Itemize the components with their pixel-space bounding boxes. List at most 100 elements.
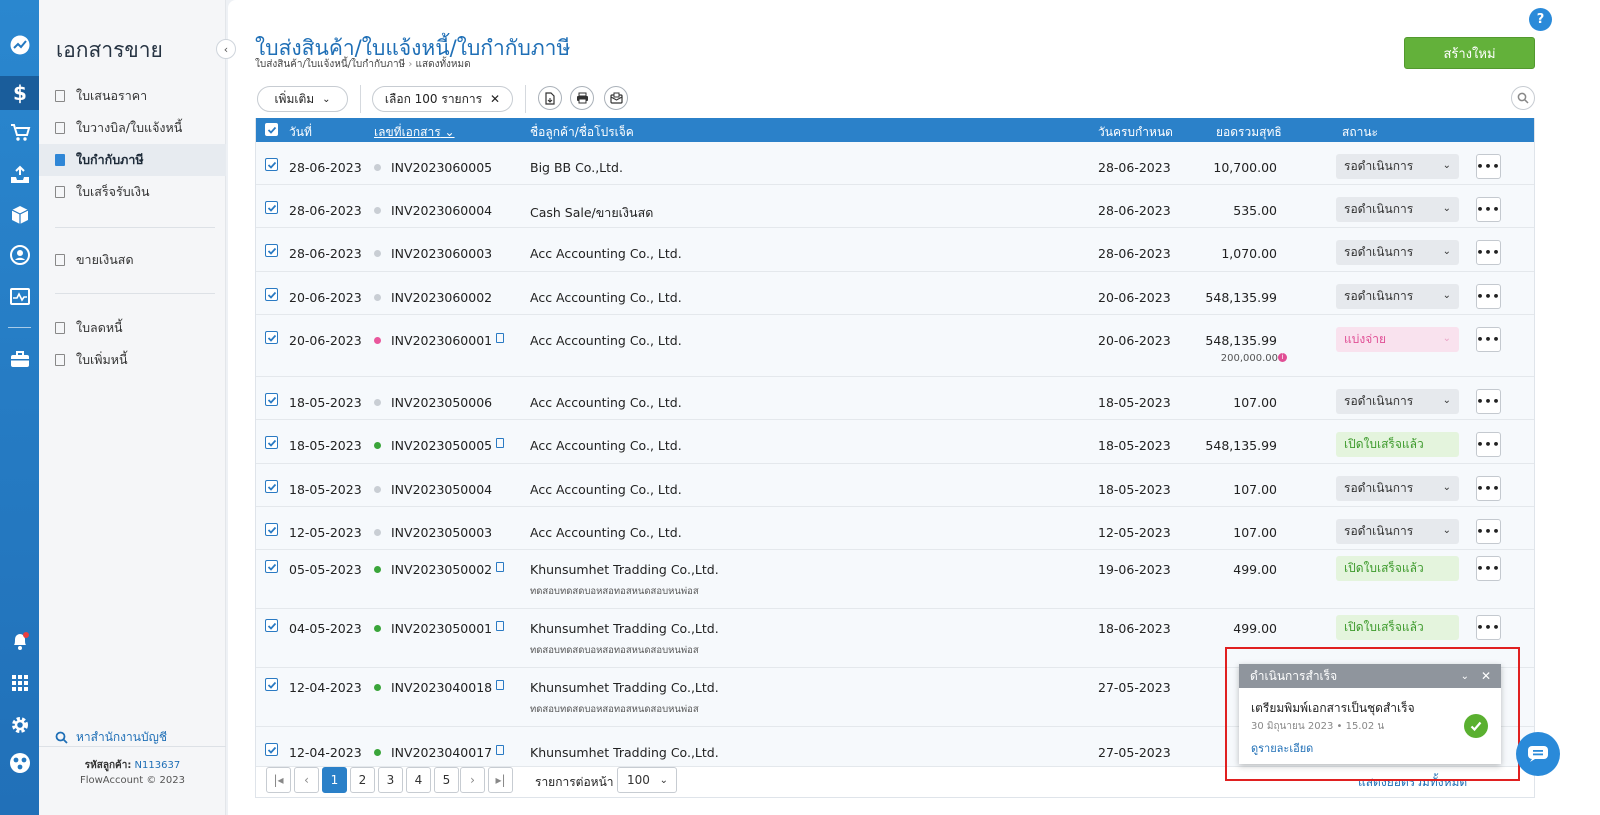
- row-checkbox[interactable]: [265, 436, 278, 449]
- org-icon[interactable]: [0, 746, 39, 780]
- page-2-button[interactable]: 2: [350, 767, 375, 793]
- sidebar-item-2[interactable]: ใบวางบิล/ใบแจ้งหนี้: [39, 112, 226, 144]
- row-checkbox[interactable]: [265, 244, 278, 257]
- status-select[interactable]: รอดำเนินการ ⌄: [1336, 389, 1459, 414]
- table-row[interactable]: 28-06-2023 INV2023060003 Acc Accounting Co…: [256, 228, 1534, 272]
- row-docno[interactable]: INV2023050005: [391, 438, 505, 453]
- row-docno[interactable]: INV2023050006: [391, 395, 492, 410]
- table-row[interactable]: 20-06-2023 INV2023060002 Acc Accounting Co…: [256, 272, 1534, 315]
- row-checkbox[interactable]: [265, 619, 278, 632]
- briefcase-icon[interactable]: [0, 342, 39, 376]
- trend-icon[interactable]: [0, 28, 39, 62]
- next-page-button[interactable]: ›: [460, 767, 485, 793]
- status-select[interactable]: รอดำเนินการ ⌄: [1336, 519, 1459, 544]
- row-docno[interactable]: INV2023060003: [391, 246, 492, 261]
- chat-icon[interactable]: [1516, 732, 1560, 776]
- row-docno[interactable]: INV2023050003: [391, 525, 492, 540]
- minimize-icon[interactable]: ⌄: [1461, 671, 1469, 682]
- row-menu-button[interactable]: •••: [1476, 432, 1501, 457]
- status-select[interactable]: รอดำเนินการ ⌄: [1336, 197, 1459, 222]
- col-date[interactable]: วันที่: [289, 123, 312, 142]
- close-icon[interactable]: ✕: [1481, 669, 1491, 683]
- status-select[interactable]: รอดำเนินการ ⌄: [1336, 154, 1459, 179]
- col-docno[interactable]: เลขที่เอกสาร ⌄: [374, 123, 455, 142]
- page-3-button[interactable]: 3: [378, 767, 403, 793]
- table-row[interactable]: 28-06-2023 INV2023060005 Big BB Co.,Ltd. 28…: [256, 142, 1534, 185]
- pulse-icon[interactable]: [0, 280, 39, 314]
- prev-page-button[interactable]: ‹: [294, 767, 319, 793]
- table-row[interactable]: 28-06-2023 INV2023060004 Cash Sale/ขายเงิน…: [256, 185, 1534, 228]
- page-1-button[interactable]: 1: [322, 767, 347, 793]
- select-all-checkbox[interactable]: [265, 123, 278, 136]
- help-icon[interactable]: ?: [1529, 8, 1552, 31]
- table-row[interactable]: 12-05-2023 INV2023050003 Acc Accounting Co…: [256, 507, 1534, 550]
- row-menu-button[interactable]: •••: [1476, 615, 1501, 640]
- row-menu-button[interactable]: •••: [1476, 476, 1501, 501]
- bell-icon[interactable]: [0, 624, 39, 658]
- table-row[interactable]: 18-05-2023 INV2023050004 Acc Accounting Co…: [256, 464, 1534, 507]
- table-row[interactable]: 18-05-2023 INV2023050005 Acc Accounting Co…: [256, 420, 1534, 464]
- row-docno[interactable]: INV2023050002: [391, 562, 505, 577]
- row-checkbox[interactable]: [265, 480, 278, 493]
- row-docno[interactable]: INV2023050004: [391, 482, 492, 497]
- status-select[interactable]: รอดำเนินการ ⌄: [1336, 240, 1459, 265]
- gear-icon[interactable]: [0, 708, 39, 742]
- search-button[interactable]: [1511, 86, 1535, 110]
- row-menu-button[interactable]: •••: [1476, 327, 1501, 352]
- page-4-button[interactable]: 4: [406, 767, 431, 793]
- last-page-button[interactable]: ▸|: [488, 767, 513, 793]
- row-docno[interactable]: INV2023060004: [391, 203, 492, 218]
- box-icon[interactable]: [0, 198, 39, 232]
- inbox-upload-icon[interactable]: [0, 158, 39, 192]
- breadcrumb-link[interactable]: ใบส่งสินค้า/ใบแจ้งหนี้/ใบกำกับภาษี: [255, 59, 405, 70]
- row-docno[interactable]: INV2023040018: [391, 680, 505, 695]
- more-dropdown[interactable]: เพิ่มเติม ⌄: [257, 86, 348, 112]
- create-new-button[interactable]: สร้างใหม่: [1404, 37, 1535, 69]
- row-checkbox[interactable]: [265, 288, 278, 301]
- row-checkbox[interactable]: [265, 560, 278, 573]
- status-select[interactable]: รอดำเนินการ ⌄: [1336, 284, 1459, 309]
- clear-selection-icon[interactable]: ✕: [490, 92, 500, 106]
- export-doc-icon[interactable]: [538, 86, 562, 110]
- table-row[interactable]: 05-05-2023 INV2023050002 Khunsumhet Traddi…: [256, 550, 1534, 609]
- row-checkbox[interactable]: [265, 523, 278, 536]
- first-page-button[interactable]: |◂: [266, 767, 291, 793]
- cart-icon[interactable]: [0, 116, 39, 150]
- contact-icon[interactable]: [0, 238, 39, 272]
- collapse-sidebar-button[interactable]: ‹: [216, 39, 236, 59]
- email-icon[interactable]: [604, 86, 628, 110]
- row-docno[interactable]: INV2023040017: [391, 745, 505, 760]
- row-menu-button[interactable]: •••: [1476, 389, 1501, 414]
- table-row[interactable]: 18-05-2023 INV2023050006 Acc Accounting Co…: [256, 377, 1534, 420]
- row-checkbox[interactable]: [265, 331, 278, 344]
- print-icon[interactable]: [570, 86, 594, 110]
- status-select[interactable]: แบ่งจ่าย ⌄: [1336, 327, 1459, 352]
- row-menu-button[interactable]: •••: [1476, 240, 1501, 265]
- row-menu-button[interactable]: •••: [1476, 556, 1501, 581]
- row-docno[interactable]: INV2023060005: [391, 160, 492, 175]
- table-row[interactable]: 20-06-2023 INV2023060001 Acc Accounting Co…: [256, 315, 1534, 377]
- toast-details-link[interactable]: ดูรายละเอียด: [1251, 739, 1313, 757]
- dollar-icon[interactable]: $: [0, 76, 39, 110]
- page-5-button[interactable]: 5: [434, 767, 459, 793]
- sidebar-item-1[interactable]: ใบเสนอราคา: [39, 80, 226, 112]
- sidebar-item-4[interactable]: ใบเสร็จรับเงิน: [39, 176, 226, 208]
- row-menu-button[interactable]: •••: [1476, 154, 1501, 179]
- sidebar-item-6[interactable]: ใบลดหนี้: [39, 312, 226, 344]
- row-checkbox[interactable]: [265, 678, 278, 691]
- per-page-select[interactable]: 100 ⌄: [617, 767, 677, 793]
- sidebar-item-7[interactable]: ใบเพิ่มหนี้: [39, 344, 226, 376]
- sidebar-item-3[interactable]: ใบกำกับภาษี: [39, 144, 226, 176]
- row-menu-button[interactable]: •••: [1476, 197, 1501, 222]
- row-checkbox[interactable]: [265, 393, 278, 406]
- row-menu-button[interactable]: •••: [1476, 284, 1501, 309]
- grid-icon[interactable]: [0, 666, 39, 700]
- sidebar-item-5[interactable]: ขายเงินสด: [39, 244, 226, 276]
- row-checkbox[interactable]: [265, 158, 278, 171]
- row-docno[interactable]: INV2023050001: [391, 621, 505, 636]
- find-accountant-link[interactable]: หาสำนักงานบัญชี: [55, 728, 167, 747]
- row-menu-button[interactable]: •••: [1476, 519, 1501, 544]
- row-checkbox[interactable]: [265, 743, 278, 756]
- row-docno[interactable]: INV2023060002: [391, 290, 492, 305]
- selected-count-chip[interactable]: เลือก 100 รายการ ✕: [372, 86, 513, 112]
